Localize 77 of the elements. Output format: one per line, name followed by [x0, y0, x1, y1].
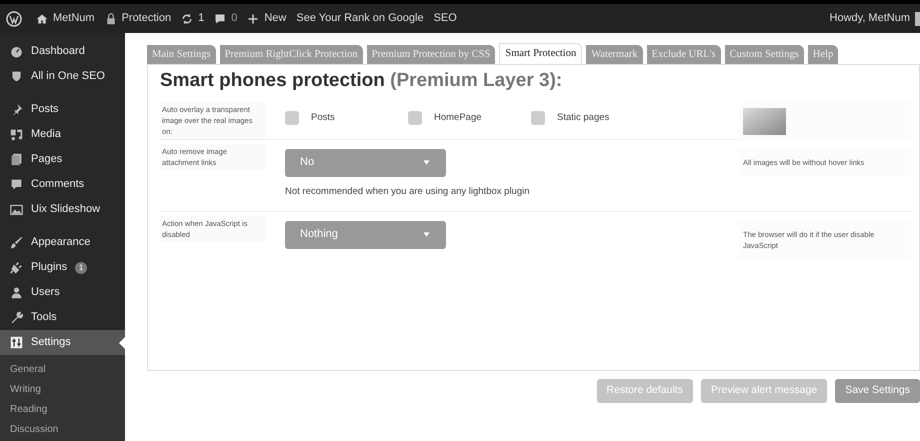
submenu-item[interactable]: Writing	[0, 380, 125, 400]
menu-label: All in One SEO	[31, 69, 105, 84]
gauge-icon	[10, 45, 23, 58]
dropdown-value: No	[300, 155, 314, 170]
menu-label: Pages	[31, 152, 62, 168]
checkbox[interactable]	[285, 111, 299, 125]
menu-item[interactable]: Settings	[0, 330, 125, 355]
paintbrush-icon	[10, 236, 23, 249]
wordpress-logo-icon	[6, 10, 22, 26]
avatar	[915, 12, 920, 26]
menu-item[interactable]: Plugins 1	[0, 255, 125, 280]
menu-label: Users	[31, 285, 60, 300]
menu-item[interactable]: Users	[0, 280, 125, 305]
site-name: MetNum	[53, 11, 95, 26]
menu-item[interactable]: Tools	[0, 305, 125, 330]
hint-text: Not recommended when you are using any lightbox plugin	[285, 184, 531, 198]
submenu-item[interactable]: Discussion	[0, 420, 125, 440]
submenu-item[interactable]: General	[0, 360, 125, 380]
menu-label: Media	[31, 127, 61, 142]
menu-label: Plugins	[31, 260, 68, 276]
toolbar-item[interactable]: New	[247, 10, 286, 27]
toolbar-item[interactable]: See Your Rank on Google	[296, 10, 424, 27]
checkbox-label: Static pages	[557, 110, 610, 125]
sliders-icon	[10, 336, 23, 349]
menu-label: Tools	[31, 310, 57, 326]
menu-item[interactable]: All in One SEO	[0, 64, 125, 89]
home-icon	[36, 12, 48, 24]
menu-item[interactable]: Dashboard	[0, 39, 125, 64]
checkbox-label: HomePage	[434, 110, 482, 125]
menu-label: Comments	[31, 177, 84, 192]
menu-item[interactable]: Posts	[0, 97, 125, 122]
count-badge: 1	[75, 262, 88, 274]
plus-icon	[247, 12, 260, 24]
page-heading: Smart phones protection (Premium Layer 3):	[160, 69, 564, 93]
caret-icon	[422, 159, 431, 166]
toolbar-label: 0	[231, 11, 238, 26]
menu-item[interactable]: Appearance	[0, 230, 125, 255]
caret-icon	[422, 231, 431, 238]
lock-icon	[104, 12, 117, 24]
dropdown-value: Nothing	[300, 227, 338, 242]
menu-label: Posts	[31, 102, 59, 118]
wrench-icon	[10, 311, 23, 324]
toolbar-item[interactable]: Protection	[104, 10, 172, 27]
pushpin-icon	[10, 103, 23, 116]
menu-label: Settings	[31, 335, 71, 350]
speech-bubble-icon	[214, 12, 226, 24]
menu-label: Dashboard	[31, 44, 85, 60]
pages-icon	[10, 153, 23, 166]
toolbar-label: Protection	[122, 11, 172, 26]
menu-label: Appearance	[31, 235, 90, 250]
person-icon	[10, 286, 23, 299]
toolbar-label: New	[264, 11, 286, 26]
menu-pointer	[119, 337, 125, 349]
toolbar-item[interactable]: SEO	[434, 10, 457, 27]
toolbar-item[interactable]: 0	[214, 10, 238, 27]
picture-frame-icon	[10, 203, 23, 216]
checkbox[interactable]	[531, 111, 545, 125]
media-icon	[10, 128, 23, 141]
menu-item[interactable]: Pages	[0, 147, 125, 172]
shield-icon	[10, 70, 23, 83]
checkbox-label: Posts	[311, 110, 335, 125]
menu-item[interactable]: Comments	[0, 172, 125, 197]
menu-item[interactable]: Media	[0, 122, 125, 147]
checkbox[interactable]	[408, 111, 422, 125]
speech-bubble-icon	[10, 178, 23, 191]
menu-label: Uix Slideshow	[31, 202, 100, 218]
menu-item[interactable]: Uix Slideshow	[0, 197, 125, 222]
tab[interactable]: Smart Protection	[499, 43, 582, 64]
account-link[interactable]: Howdy, MetNum	[830, 10, 920, 27]
toolbar-label: 1	[198, 11, 204, 26]
photo-placeholder	[743, 108, 786, 135]
plug-icon	[10, 261, 23, 274]
refresh-icon	[181, 12, 194, 24]
submenu-item[interactable]: Reading	[0, 400, 125, 420]
greeting: Howdy, MetNum	[830, 11, 910, 26]
site-name-link[interactable]: MetNum	[36, 10, 95, 27]
toolbar-item[interactable]: 1	[181, 10, 204, 27]
